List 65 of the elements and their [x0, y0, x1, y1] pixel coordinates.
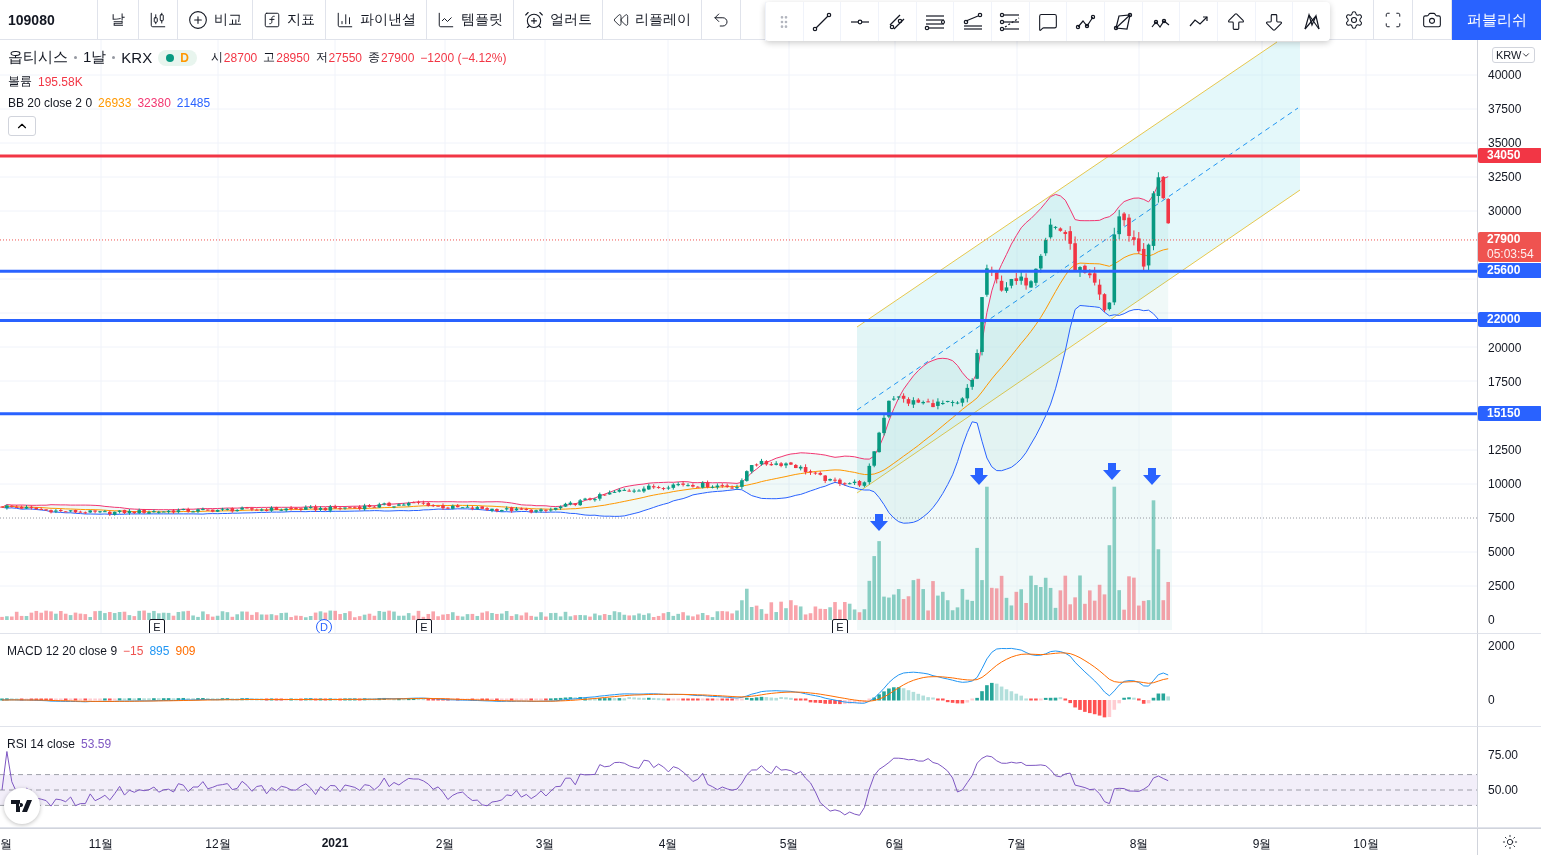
indicator-value: 26933 [98, 96, 132, 110]
price-level-tag: 34050 [1478, 148, 1541, 164]
ohlc-value: 28700 [223, 50, 258, 65]
ohlc-value: 28950 [276, 50, 310, 65]
price-level-tag: 25600 [1478, 263, 1541, 279]
indicator-value: 909 [175, 644, 196, 658]
indicator-label: BB 20 close 2 0 [8, 96, 93, 110]
price-tick: 35000 [1488, 136, 1522, 151]
price-tick: 30000 [1488, 204, 1522, 219]
price-tick: 40000 [1488, 68, 1522, 82]
time-label: 11월 [88, 836, 114, 853]
price-tick: 2500 [1488, 579, 1515, 593]
publish-button[interactable]: 퍼블리쉬 [1452, 0, 1541, 40]
ohlc-label: 종 [368, 49, 380, 66]
currency-dropdown[interactable]: KRW [1492, 47, 1536, 63]
price-tick: 20000 [1488, 340, 1522, 355]
volume-label: 볼륨 [8, 73, 32, 90]
price-tick: 0 [1488, 613, 1495, 627]
ohlc-label: 고 [263, 49, 276, 66]
exchange-label: KRX [121, 49, 153, 66]
rsi-tick: 50.00 [1488, 783, 1519, 797]
indicator-value: 21485 [176, 96, 211, 110]
indicator-value: −15 [123, 644, 144, 658]
ohlc-value: 27900 [381, 50, 415, 65]
price-tick: 12500 [1488, 442, 1522, 457]
time-label: 10월 [1353, 836, 1379, 853]
price-tick: 37500 [1488, 102, 1522, 117]
ohlc-label: 저 [315, 49, 328, 66]
price-tick: 7500 [1488, 511, 1515, 526]
time-label: 4월 [658, 836, 678, 853]
price-tick: 17500 [1488, 374, 1522, 389]
earnings-marker[interactable]: E [416, 619, 432, 633]
indicator-value: 32380 [137, 96, 171, 110]
macd-tick: 0 [1488, 693, 1495, 707]
price-tick: 10000 [1488, 477, 1522, 491]
symbol-name[interactable]: 옵티시스 [8, 48, 68, 67]
ohlc-value: 27550 [328, 50, 362, 65]
indicator-value: 895 [149, 644, 170, 658]
time-label: 2월 [435, 836, 455, 853]
earnings-marker[interactable]: E [149, 619, 165, 633]
time-label: 12월 [205, 836, 231, 853]
rsi-tick: 75.00 [1488, 748, 1519, 762]
price-level-tag: 15150 [1478, 405, 1541, 421]
ohlc-label: 시 [210, 49, 223, 66]
price-level-tag: 22000 [1478, 312, 1541, 328]
indicator-label: RSI 14 close [7, 737, 76, 751]
time-label: 2021 [321, 836, 349, 850]
time-label: 7월 [1007, 836, 1027, 853]
price-tick: 5000 [1488, 545, 1515, 559]
time-label: 5월 [779, 836, 799, 853]
time-label: 월 [0, 836, 12, 853]
indicator-label: MACD 12 20 close 9 [7, 644, 118, 658]
earnings-marker[interactable]: E [832, 619, 848, 633]
time-label: 3월 [535, 836, 555, 853]
indicator-value: 53.59 [81, 737, 112, 751]
time-label: 6월 [885, 836, 905, 853]
dividend-marker[interactable]: D [316, 619, 332, 633]
price-change: −1200 (−4.12%) [420, 50, 507, 65]
time-label: 9월 [1252, 836, 1272, 853]
volume-value: 195.58K [38, 74, 83, 89]
time-label: 8월 [1129, 836, 1149, 853]
last-price-tag: 27900 05:03:54 [1478, 231, 1541, 262]
interval-label: 1날 [83, 48, 107, 67]
macd-tick: 2000 [1488, 639, 1515, 653]
price-tick: 32500 [1488, 170, 1522, 185]
